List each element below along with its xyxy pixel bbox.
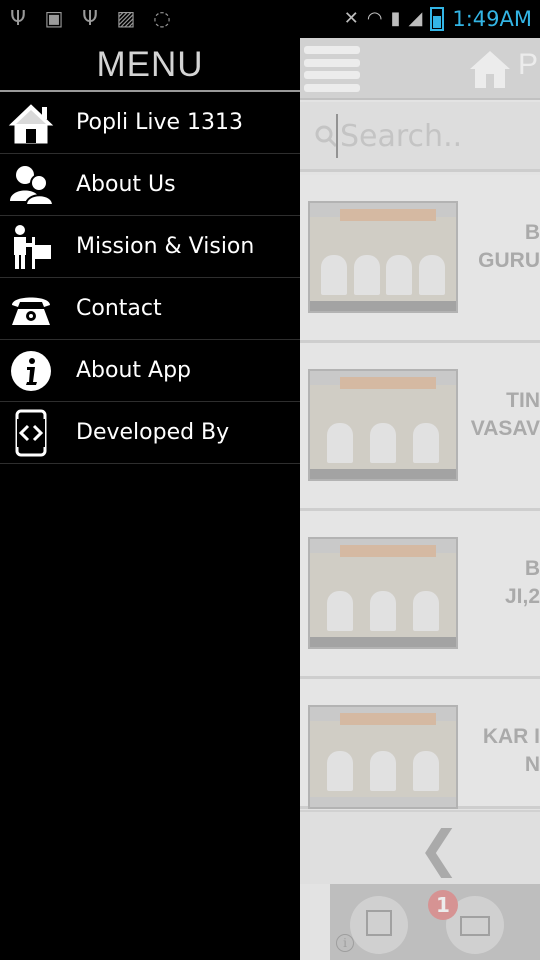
main-app-screen: P B GURU TIN VASAV — [300, 38, 540, 960]
video-thumbnail[interactable] — [308, 369, 458, 481]
mission-flag-icon — [14, 225, 51, 269]
menu-item-home[interactable]: Popli Live 1313 — [0, 92, 300, 154]
app-header: P — [300, 38, 540, 100]
compose-button[interactable] — [350, 896, 408, 954]
android-icon: ▣ — [44, 6, 64, 30]
search-bar — [300, 102, 540, 172]
video-title: B JI,2 — [504, 557, 540, 608]
users-icon — [10, 166, 54, 206]
edit-icon — [366, 910, 392, 936]
signal-icon: ◢ — [408, 8, 423, 29]
menu-item-label: Mission & Vision — [76, 234, 255, 259]
mute-icon: ✕ — [343, 8, 359, 29]
wifi-icon: ◠ — [366, 8, 383, 29]
video-thumbnail[interactable] — [308, 201, 458, 313]
status-bar: Ψ ▣ Ψ ▨ ◌ ✕ ◠ ▮ ◢ 1:49AM — [0, 0, 540, 38]
info-icon — [11, 351, 51, 391]
menu-item-label: Contact — [76, 296, 162, 321]
list-item[interactable]: KAR I N — [300, 679, 540, 809]
list-item[interactable]: B JI,2 — [300, 511, 540, 679]
video-thumbnail[interactable] — [308, 537, 458, 649]
menu-item-label: About App — [76, 358, 192, 383]
image-icon: ▨ — [116, 6, 136, 30]
menu-item-label: Popli Live 1313 — [76, 110, 244, 135]
hamburger-menu-icon[interactable] — [304, 46, 360, 92]
menu-item-mission-vision[interactable]: Mission & Vision — [0, 216, 300, 278]
pager-area: ❮ — [300, 810, 540, 884]
menu-item-developed-by[interactable]: Developed By — [0, 402, 300, 464]
info-icon[interactable]: i — [336, 934, 354, 952]
menu-item-about-app[interactable]: About App — [0, 340, 300, 402]
navigation-drawer: MENU Popli Live 1313 About Us Mission & … — [0, 38, 300, 960]
menu-item-about-us[interactable]: About Us — [0, 154, 300, 216]
drawer-title: MENU — [0, 38, 300, 92]
search-input[interactable] — [336, 114, 536, 158]
code-device-icon — [15, 409, 47, 457]
video-title: KAR I N — [482, 725, 540, 776]
notification-badge: 1 — [428, 890, 458, 920]
phone-icon — [12, 297, 50, 325]
mail-icon — [460, 916, 490, 936]
chevron-left-icon[interactable]: ❮ — [418, 824, 460, 874]
usb-icon: Ψ — [10, 6, 26, 30]
status-notification-icons: Ψ ▣ Ψ ▨ ◌ — [6, 6, 174, 30]
bottom-action-bar: 1 i — [330, 884, 540, 960]
search-icon — [315, 125, 338, 148]
home-icon[interactable] — [468, 48, 512, 90]
menu-item-label: About Us — [76, 172, 176, 197]
usb-icon: Ψ — [82, 6, 98, 30]
list-item[interactable]: TIN VASAV — [300, 343, 540, 511]
status-time: 1:49AM — [452, 7, 532, 31]
menu-item-label: Developed By — [76, 420, 230, 445]
video-title: B GURU — [478, 221, 540, 272]
video-thumbnail[interactable] — [308, 705, 458, 809]
menu-item-contact[interactable]: Contact — [0, 278, 300, 340]
battery-icon — [430, 7, 445, 31]
home-icon — [8, 104, 54, 144]
app-title: P — [518, 48, 539, 81]
video-title: TIN VASAV — [470, 389, 540, 440]
whatsapp-icon: ◌ — [153, 6, 171, 30]
signal-icon: ▮ — [390, 8, 401, 29]
video-list: B GURU TIN VASAV B JI,2 KAR I N — [300, 175, 540, 809]
list-item[interactable]: B GURU — [300, 175, 540, 343]
status-system-icons: ✕ ◠ ▮ ◢ 1:49AM — [344, 4, 532, 34]
